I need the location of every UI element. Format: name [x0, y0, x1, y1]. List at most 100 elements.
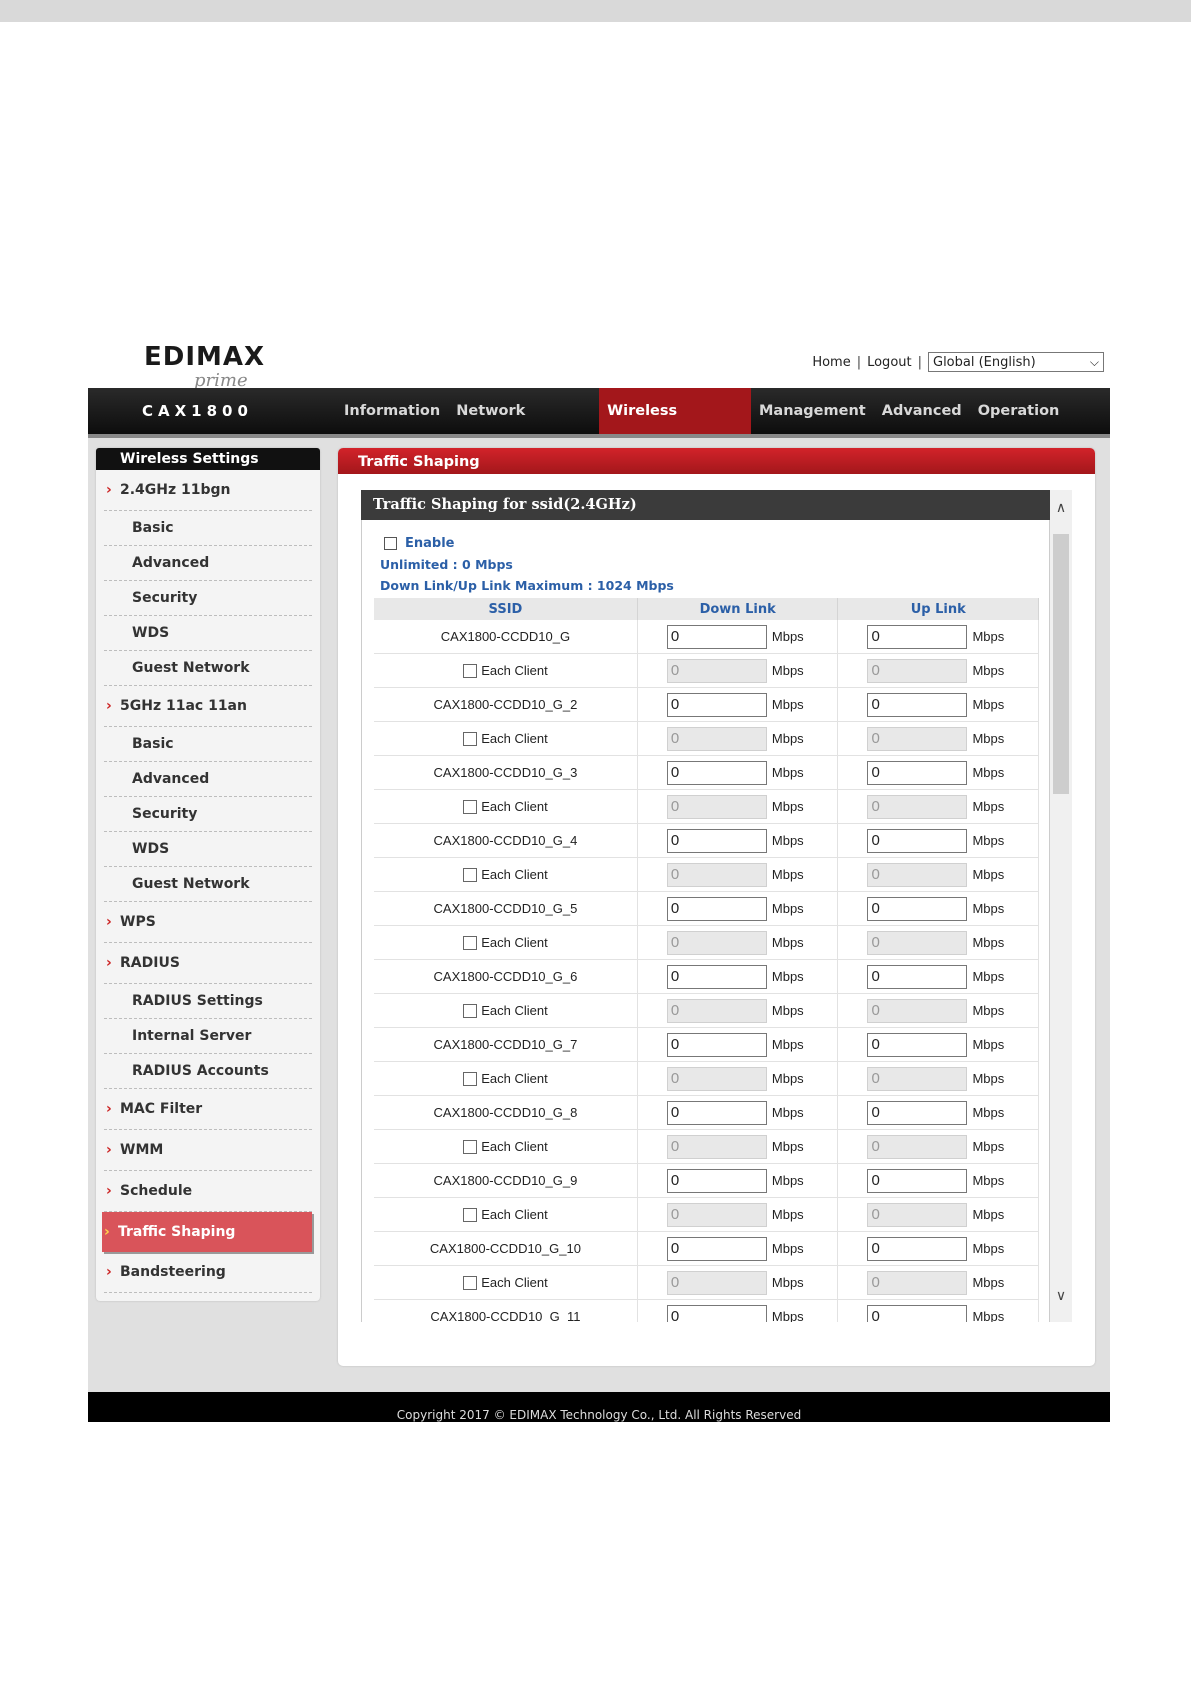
each-client-checkbox[interactable] [463, 1208, 478, 1223]
each-client-row: Each Client 0 Mbps 0 Mbps [374, 653, 1039, 688]
each-client-down-input: 0 [666, 1202, 767, 1227]
footer: Copyright 2017 © EDIMAX Technology Co., … [88, 1392, 1110, 1422]
each-up-cell: 0 Mbps [837, 993, 1039, 1028]
sidebar-item-label: RADIUS [120, 955, 180, 971]
vertical-scrollbar[interactable]: ∧ ∨ [1050, 490, 1072, 1322]
down-link-input[interactable]: 0 [666, 692, 767, 717]
up-link-input[interactable]: 0 [867, 692, 968, 717]
column-up-link: Up Link [837, 598, 1039, 620]
sidebar-item-guest-network[interactable]: Guest Network [104, 651, 312, 686]
up-link-input[interactable]: 0 [867, 964, 968, 989]
scrollbar-thumb[interactable] [1053, 534, 1069, 794]
sidebar-item-wps[interactable]: › WPS [104, 902, 312, 943]
nav-tab-management[interactable]: Management [751, 388, 874, 434]
up-link-input[interactable]: 0 [867, 896, 968, 921]
up-link-input[interactable]: 0 [867, 624, 968, 649]
each-client-checkbox[interactable] [463, 1276, 478, 1291]
column-down-link: Down Link [637, 598, 839, 620]
unit-label: Mbps [972, 867, 1005, 882]
each-client-checkbox[interactable] [463, 800, 478, 815]
down-link-input[interactable]: 0 [666, 896, 767, 921]
sidebar-item-bandsteering[interactable]: › Bandsteering [104, 1252, 312, 1293]
down-link-input[interactable]: 0 [666, 1304, 767, 1322]
each-client-checkbox[interactable] [463, 732, 478, 747]
each-client-checkbox[interactable] [463, 664, 478, 679]
up-link-input[interactable]: 0 [867, 1032, 968, 1057]
each-client-checkbox[interactable] [463, 1004, 478, 1019]
each-up-cell: 0 Mbps [837, 925, 1039, 960]
logout-link[interactable]: Logout [867, 355, 912, 370]
sidebar-item-traffic-shaping[interactable]: › Traffic Shaping [102, 1212, 312, 1252]
down-link-input[interactable]: 0 [666, 1168, 767, 1193]
nav-tab-wireless-settings[interactable]: Wireless Settings [599, 388, 751, 465]
home-link[interactable]: Home [812, 355, 850, 370]
up-link-input[interactable]: 0 [867, 1168, 968, 1193]
sidebar-item-basic[interactable]: Basic [104, 511, 312, 546]
sidebar-item-mac-filter[interactable]: › MAC Filter [104, 1089, 312, 1130]
sidebar-item-guest-network[interactable]: Guest Network [104, 867, 312, 902]
each-client-label: Each Client [481, 662, 548, 678]
up-link-cell: 0 Mbps [837, 1027, 1039, 1062]
up-link-input[interactable]: 0 [867, 760, 968, 785]
unit-label: Mbps [972, 1037, 1005, 1052]
ssid-name: CAX1800-CCDD10_G_11 [374, 1299, 638, 1322]
sidebar-item-security[interactable]: Security [104, 797, 312, 832]
unit-label: Mbps [972, 731, 1005, 746]
nav-tab-operation-mode[interactable]: Operation Mode [970, 388, 1110, 465]
sidebar-item-label: 2.4GHz 11bgn [120, 482, 231, 498]
sidebar-item-security[interactable]: Security [104, 581, 312, 616]
chevron-up-icon[interactable]: ∧ [1050, 496, 1072, 520]
chevron-right-icon: › [106, 914, 112, 930]
sidebar-item-schedule[interactable]: › Schedule [104, 1171, 312, 1212]
each-client-up-input: 0 [867, 1202, 968, 1227]
scroll-content: Traffic Shaping for ssid(2.4GHz) Enable … [361, 490, 1050, 1322]
section-body: Enable Unlimited : 0 Mbps Down Link/Up L… [361, 520, 1050, 1322]
language-select[interactable]: Global (English) ⌵ [928, 352, 1104, 372]
unit-label: Mbps [771, 1241, 804, 1256]
chevron-down-icon[interactable]: ∨ [1050, 1284, 1072, 1308]
unit-label: Mbps [972, 663, 1005, 678]
down-link-input[interactable]: 0 [666, 964, 767, 989]
sidebar-item-radius-settings[interactable]: RADIUS Settings [104, 984, 312, 1019]
down-link-input[interactable]: 0 [666, 624, 767, 649]
down-link-input[interactable]: 0 [666, 1100, 767, 1125]
each-client-checkbox[interactable] [463, 1140, 478, 1155]
sidebar-item-2-4ghz-11bgn[interactable]: › 2.4GHz 11bgn [104, 470, 312, 511]
each-client-checkbox[interactable] [463, 1072, 478, 1087]
up-link-cell: 0 Mbps [837, 1095, 1039, 1130]
sidebar-item-wds[interactable]: WDS [104, 832, 312, 867]
each-client-checkbox[interactable] [463, 868, 478, 883]
sidebar-items: › 2.4GHz 11bgn Basic Advanced Security WDS Gue… [96, 470, 320, 1293]
table-row: CAX1800-CCDD10_G_3 0 Mbps 0 Mbps [374, 755, 1039, 790]
sidebar-item-advanced[interactable]: Advanced [104, 762, 312, 797]
nav-tab-advanced[interactable]: Advanced [874, 388, 970, 434]
down-link-cell: 0 Mbps [637, 755, 839, 790]
each-client-checkbox[interactable] [463, 936, 478, 951]
sidebar-item-advanced[interactable]: Advanced [104, 546, 312, 581]
table-row: CAX1800-CCDD10_G_8 0 Mbps 0 Mbps [374, 1095, 1039, 1130]
nav-tab-network-settings[interactable]: Network Settings [448, 388, 599, 465]
ssid-name: CAX1800-CCDD10_G_7 [374, 1027, 638, 1062]
nav-tab-information[interactable]: Information [336, 388, 448, 434]
sidebar-item-5ghz-11ac-11an[interactable]: › 5GHz 11ac 11an [104, 686, 312, 727]
sidebar-item-label: Basic [132, 520, 174, 536]
down-link-input[interactable]: 0 [666, 1032, 767, 1057]
each-client-down-input: 0 [666, 862, 767, 887]
sidebar-item-wds[interactable]: WDS [104, 616, 312, 651]
down-link-input[interactable]: 0 [666, 760, 767, 785]
up-link-input[interactable]: 0 [867, 1236, 968, 1261]
sidebar-item-radius-accounts[interactable]: RADIUS Accounts [104, 1054, 312, 1089]
down-link-input[interactable]: 0 [666, 828, 767, 853]
ssid-name: CAX1800-CCDD10_G_8 [374, 1095, 638, 1130]
sidebar-item-radius[interactable]: › RADIUS [104, 943, 312, 984]
sidebar-item-internal-server[interactable]: Internal Server [104, 1019, 312, 1054]
enable-checkbox[interactable] [384, 536, 397, 550]
up-link-input[interactable]: 0 [867, 1100, 968, 1125]
unit-label: Mbps [972, 935, 1005, 950]
sidebar-item-wmm[interactable]: › WMM [104, 1130, 312, 1171]
down-link-input[interactable]: 0 [666, 1236, 767, 1261]
up-link-input[interactable]: 0 [867, 1304, 968, 1322]
each-client-cell: Each Client [374, 653, 638, 688]
up-link-input[interactable]: 0 [867, 828, 968, 853]
sidebar-item-basic[interactable]: Basic [104, 727, 312, 762]
